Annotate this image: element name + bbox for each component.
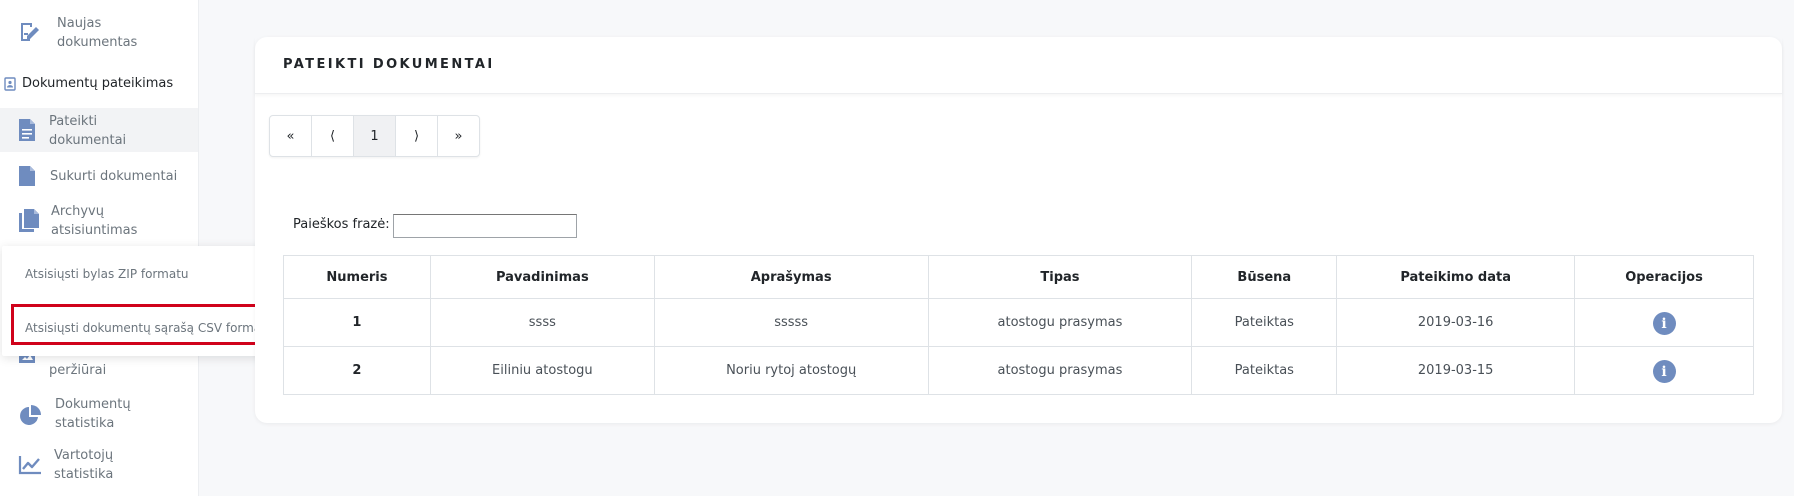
sidebar-item-pateikti-dokumentai[interactable]: Pateikti dokumentai xyxy=(0,108,198,152)
column-header-pateikimo-data[interactable]: Pateikimo data xyxy=(1336,255,1576,299)
cell-numeris: 2 xyxy=(283,346,431,395)
first-page-button[interactable]: « xyxy=(270,116,312,156)
info-icon[interactable]: i xyxy=(1652,312,1676,335)
cell-pateikimo-data: 2019-03-15 xyxy=(1336,346,1576,395)
cell-aprasymas: Noriu rytoj atostogų xyxy=(653,346,929,395)
cell-busena: Pateiktas xyxy=(1191,298,1338,347)
cell-operacijos: i xyxy=(1574,298,1754,347)
sidebar-item-label: Dokumentų pateikimas xyxy=(22,76,174,91)
column-header-operacijos: Operacijos xyxy=(1574,255,1754,299)
last-page-button[interactable]: » xyxy=(438,116,479,156)
column-header-aprasymas[interactable]: Aprašymas xyxy=(653,255,929,299)
archive-download-menu: Atsisiųsti bylas ZIP formatu Atsisiųsti … xyxy=(2,246,294,356)
column-header-busena[interactable]: Būsena xyxy=(1191,255,1338,299)
sidebar-item-label: Archyvų atsisiuntimas xyxy=(51,204,138,238)
cell-pavadinimas: Eiliniu atostogu xyxy=(429,346,655,395)
cell-pateikimo-data: 2019-03-16 xyxy=(1336,298,1576,347)
download-zip-menu-item[interactable]: Atsisiųsti bylas ZIP formatu xyxy=(25,267,189,281)
pagination: « ⟨ 1 ⟩ » xyxy=(269,115,480,157)
table-row[interactable]: 2 Eiliniu atostogu Noriu rytoj atostogų … xyxy=(283,346,1754,395)
sidebar-item-label: Pateikti dokumentai xyxy=(49,114,127,148)
page-title: PATEIKTI DOKUMENTAI xyxy=(283,57,495,72)
download-csv-menu-item[interactable]: Atsisiųsti dokumentų sąrašą CSV formatu xyxy=(25,321,274,335)
table-row[interactable]: 1 ssss sssss atostogu prasymas Pateiktas… xyxy=(283,298,1754,347)
sidebar-section-dokumentu-pateikimas[interactable]: Dokumentų pateikimas xyxy=(0,72,198,96)
document-icon xyxy=(18,118,36,142)
search-input[interactable] xyxy=(393,214,577,238)
info-icon[interactable]: i xyxy=(1652,360,1676,383)
sidebar-item-label: Vartotojų statistika xyxy=(54,448,114,482)
contact-card-icon xyxy=(4,77,16,91)
cell-busena: Pateiktas xyxy=(1191,346,1338,395)
sidebar-item-naujas-dokumentas[interactable]: Naujas dokumentas xyxy=(0,10,198,56)
document-icon xyxy=(18,165,36,187)
sidebar-item-vartotoju-statistika[interactable]: Vartotojų statistika xyxy=(0,444,198,488)
sidebar-item-label: Sukurti dokumentai xyxy=(50,169,178,184)
sidebar-item-label: Naujas dokumentas xyxy=(57,16,138,50)
card-header: PATEIKTI DOKUMENTAI xyxy=(255,37,1782,94)
cell-tipas: atostogu prasymas xyxy=(927,298,1193,347)
next-page-button[interactable]: ⟩ xyxy=(396,116,438,156)
sidebar-item-label: peržiūrai xyxy=(49,363,107,378)
documents-table: Numeris Pavadinimas Aprašymas Tipas Būse… xyxy=(283,255,1754,395)
column-header-numeris[interactable]: Numeris xyxy=(283,255,431,299)
sidebar-item-archyvu-atsisiuntimas[interactable]: Archyvų atsisiuntimas xyxy=(0,200,198,244)
edit-document-icon xyxy=(18,20,42,44)
pie-chart-icon xyxy=(18,404,42,428)
documents-card: PATEIKTI DOKUMENTAI « ⟨ 1 ⟩ » Paieškos f… xyxy=(255,37,1782,423)
copy-documents-icon xyxy=(18,208,40,232)
column-header-tipas[interactable]: Tipas xyxy=(927,255,1193,299)
current-page-button[interactable]: 1 xyxy=(354,116,396,156)
cell-tipas: atostogu prasymas xyxy=(927,346,1193,395)
sidebar-item-label: Dokumentų statistika xyxy=(55,397,131,431)
previous-page-button[interactable]: ⟨ xyxy=(312,116,354,156)
line-chart-icon xyxy=(18,455,42,475)
cell-numeris: 1 xyxy=(283,298,431,347)
sidebar-item-dokumentu-statistika[interactable]: Dokumentų statistika xyxy=(0,394,198,438)
sidebar-item-sukurti-dokumentai[interactable]: Sukurti dokumentai xyxy=(0,164,198,188)
column-header-pavadinimas[interactable]: Pavadinimas xyxy=(429,255,655,299)
table-header-row: Numeris Pavadinimas Aprašymas Tipas Būse… xyxy=(283,255,1754,299)
search-label: Paieškos frazė: xyxy=(293,217,390,232)
cell-aprasymas: sssss xyxy=(653,298,929,347)
cell-operacijos: i xyxy=(1574,346,1754,395)
cell-pavadinimas: ssss xyxy=(429,298,655,347)
